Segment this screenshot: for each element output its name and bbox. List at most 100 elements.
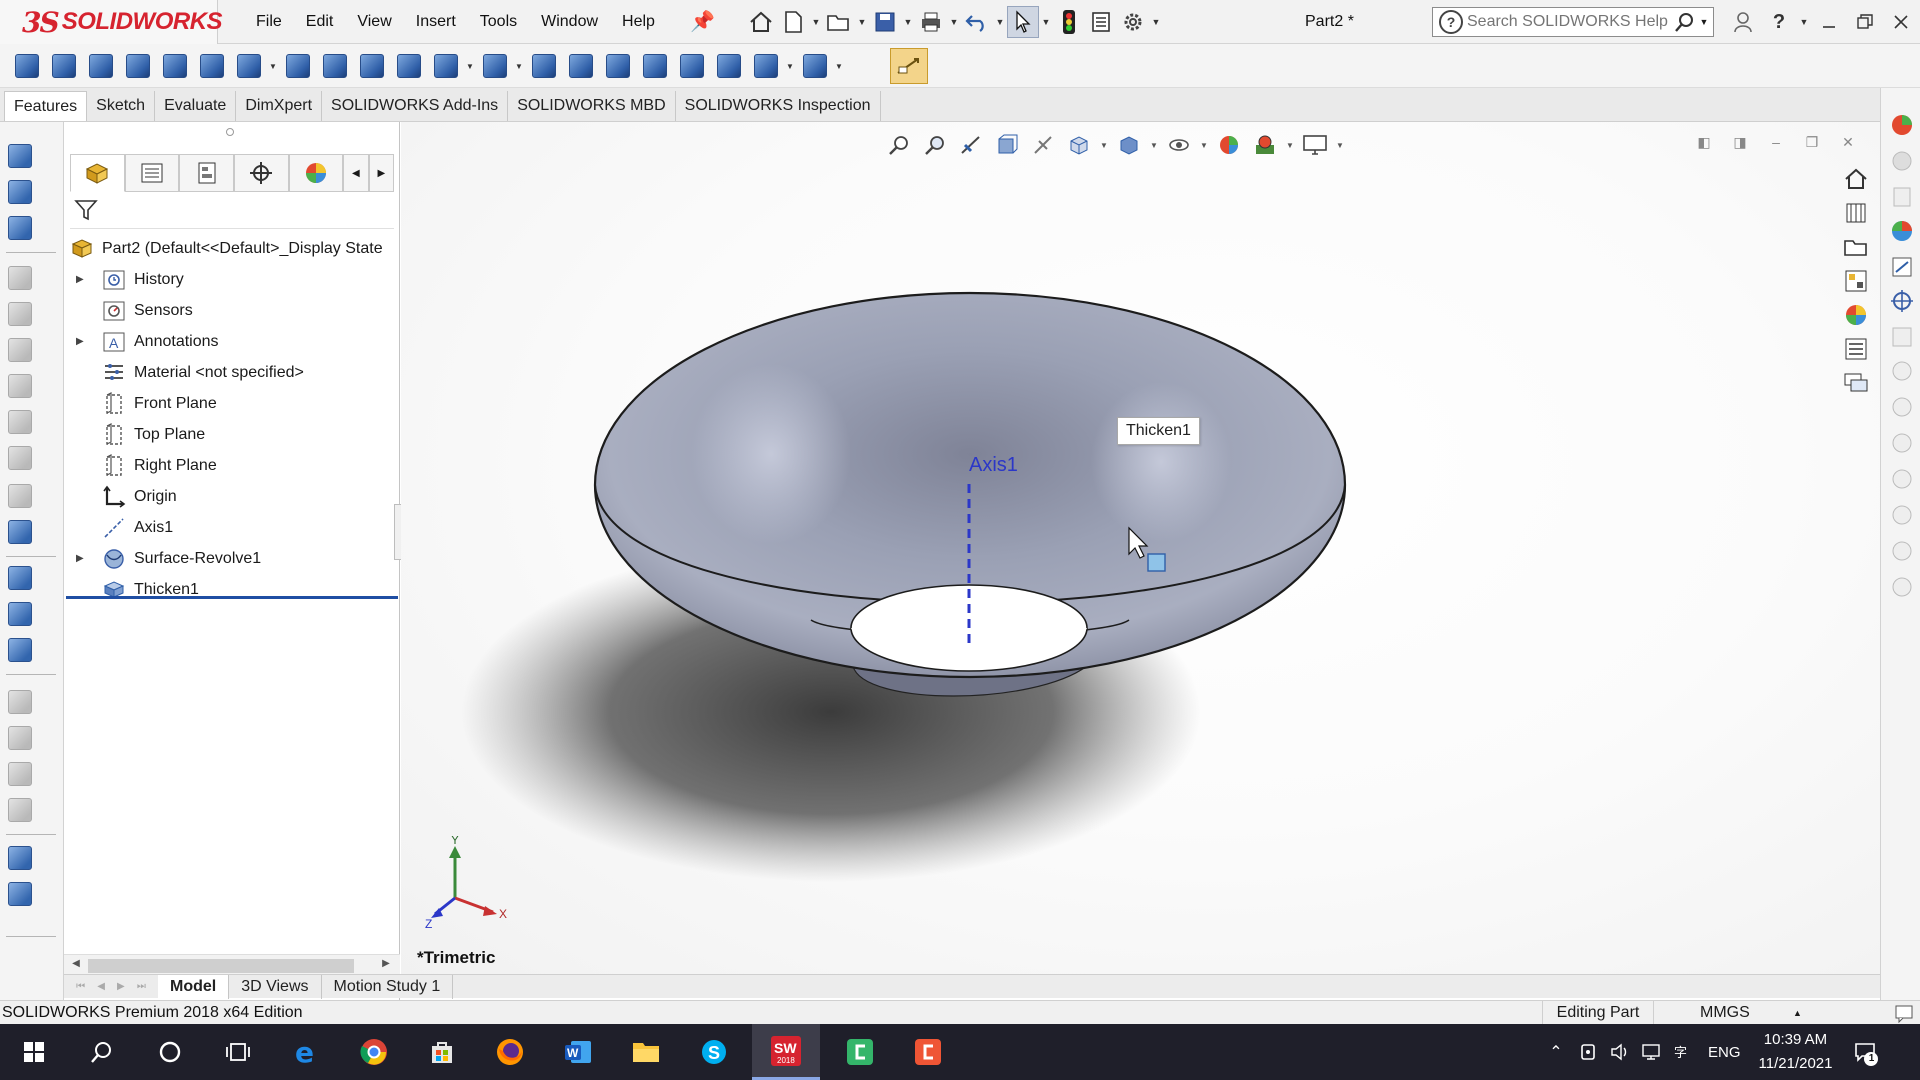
- tabs-scroll-right-icon[interactable]: ▶: [368, 154, 394, 192]
- search-dropdown-chevron-icon[interactable]: ▼: [1697, 17, 1711, 27]
- shell-icon[interactable]: [673, 48, 710, 84]
- open-dropdown-chevron-icon[interactable]: ▼: [855, 6, 869, 38]
- tree-item-sensors[interactable]: Sensors: [64, 295, 400, 326]
- first-tab-icon[interactable]: ⏮: [76, 981, 85, 992]
- mold-tool-icon[interactable]: [8, 602, 38, 632]
- task-view-icon[interactable]: [204, 1024, 272, 1080]
- unit-system-chevron-icon[interactable]: ▲: [1793, 1001, 1802, 1025]
- undo-dropdown-chevron-icon[interactable]: ▼: [993, 6, 1007, 38]
- view-palette-pane-icon[interactable]: [1889, 218, 1915, 244]
- scroll-right-icon[interactable]: ▶: [378, 958, 394, 974]
- rebuild-traffic-light-icon[interactable]: [1053, 6, 1085, 38]
- prev-tab-icon[interactable]: ◀: [97, 981, 105, 992]
- input-method-icon[interactable]: 字: [1668, 1024, 1700, 1080]
- scroll-left-icon[interactable]: ◀: [68, 958, 84, 974]
- solidworks-taskbar-icon[interactable]: SW 2018: [752, 1024, 820, 1080]
- unit-system-label[interactable]: MMGS: [1700, 1001, 1750, 1025]
- tab-dimxpert[interactable]: DimXpert: [236, 91, 323, 121]
- new-document-icon[interactable]: [777, 6, 809, 38]
- tab-evaluate[interactable]: Evaluate: [155, 91, 237, 121]
- forum-icon[interactable]: [1843, 370, 1869, 396]
- tree-item-axis1[interactable]: Axis1: [64, 512, 400, 543]
- solidworks-logo[interactable]: 3S SOLIDWORKS: [0, 0, 223, 44]
- file-explorer-icon[interactable]: [1843, 234, 1869, 260]
- tab-features[interactable]: Features: [4, 91, 88, 121]
- camtasia-recorder-icon[interactable]: [894, 1024, 962, 1080]
- expand-arrow-icon[interactable]: ▶: [76, 553, 86, 564]
- home-icon[interactable]: [745, 6, 777, 38]
- horizontal-scrollbar[interactable]: ◀ ▶: [64, 954, 400, 976]
- file-explorer-icon[interactable]: [612, 1024, 680, 1080]
- chrome-browser-icon[interactable]: [340, 1024, 408, 1080]
- instant3d-button[interactable]: [890, 48, 928, 84]
- boundary-cut-icon[interactable]: [390, 48, 427, 84]
- menu-file[interactable]: File: [244, 13, 294, 31]
- display-manager-tab-icon[interactable]: [288, 154, 344, 192]
- tree-item-right-plane[interactable]: Right Plane: [64, 450, 400, 481]
- menu-help[interactable]: Help: [610, 13, 667, 31]
- network-icon[interactable]: [1636, 1024, 1668, 1080]
- save-dropdown-chevron-icon[interactable]: ▼: [901, 6, 915, 38]
- part-model[interactable]: [401, 122, 1880, 976]
- tree-item-material[interactable]: Material <not specified>: [64, 357, 400, 388]
- wrap-icon[interactable]: [562, 48, 599, 84]
- hole-wizard-icon[interactable]: [230, 48, 267, 84]
- tree-item-origin[interactable]: Origin: [64, 481, 400, 512]
- pattern-dropdown-chevron-icon[interactable]: ▼: [513, 62, 525, 71]
- help-search-input[interactable]: [1463, 9, 1673, 35]
- word-icon[interactable]: W: [544, 1024, 612, 1080]
- tabs-scroll-left-icon[interactable]: ◀: [343, 154, 369, 192]
- volume-icon[interactable]: [1604, 1024, 1636, 1080]
- tab-addins[interactable]: SOLIDWORKS Add-Ins: [322, 91, 509, 121]
- panel-grip-icon[interactable]: [226, 128, 234, 136]
- tab-inspection[interactable]: SOLIDWORKS Inspection: [676, 91, 881, 121]
- revolved-cut-icon[interactable]: [279, 48, 316, 84]
- scrollbar-thumb[interactable]: [88, 959, 354, 973]
- target-pane-icon[interactable]: [1889, 288, 1915, 314]
- filter-icon[interactable]: [74, 198, 100, 224]
- menu-insert[interactable]: Insert: [404, 13, 468, 31]
- notification-center-icon[interactable]: 1: [1842, 1024, 1888, 1080]
- tree-item-history[interactable]: ▶ History: [64, 264, 400, 295]
- reference-triad[interactable]: Y X Z: [421, 836, 521, 936]
- select-dropdown-chevron-icon[interactable]: ▼: [1039, 6, 1053, 38]
- tree-item-surface-revolve1[interactable]: ▶ Surface-Revolve1: [64, 543, 400, 574]
- tab-mbd[interactable]: SOLIDWORKS MBD: [508, 91, 676, 121]
- tab-sketch[interactable]: Sketch: [87, 91, 156, 121]
- help-search-box[interactable]: ? ▼: [1432, 7, 1714, 37]
- tree-item-top-plane[interactable]: Top Plane: [64, 419, 400, 450]
- custom-properties-icon[interactable]: [1843, 336, 1869, 362]
- curves-dropdown-chevron-icon[interactable]: ▼: [833, 62, 845, 71]
- camtasia-icon[interactable]: [826, 1024, 894, 1080]
- language-indicator[interactable]: ENG: [1700, 1044, 1749, 1061]
- options-dropdown-chevron-icon[interactable]: ▼: [1149, 6, 1163, 38]
- configuration-manager-tab-icon[interactable]: [179, 154, 234, 192]
- print-dropdown-chevron-icon[interactable]: ▼: [947, 6, 961, 38]
- thicken-tool-icon[interactable]: [8, 520, 38, 550]
- tab-3d-views[interactable]: 3D Views: [229, 974, 322, 999]
- options-gear-icon[interactable]: [1117, 6, 1149, 38]
- menu-tools[interactable]: Tools: [468, 13, 529, 31]
- menu-edit[interactable]: Edit: [294, 13, 346, 31]
- save-icon[interactable]: [869, 6, 901, 38]
- surfaces-icon[interactable]: [8, 216, 38, 246]
- property-manager-tab-icon[interactable]: [124, 154, 180, 192]
- extruded-cut-icon[interactable]: [193, 48, 230, 84]
- menu-window[interactable]: Window: [529, 13, 610, 31]
- swept-boss-icon[interactable]: [82, 48, 119, 84]
- appearances-icon[interactable]: [1843, 302, 1869, 328]
- home-view-icon[interactable]: [1843, 166, 1869, 192]
- fillet-icon[interactable]: [427, 48, 464, 84]
- search-icon[interactable]: [1673, 10, 1697, 34]
- new-dropdown-chevron-icon[interactable]: ▼: [809, 6, 823, 38]
- lofted-cut-icon[interactable]: [353, 48, 390, 84]
- close-icon[interactable]: [1883, 6, 1919, 38]
- lofted-boss-icon[interactable]: [119, 48, 156, 84]
- mirror-icon[interactable]: [710, 48, 747, 84]
- view-palette-icon[interactable]: [1843, 268, 1869, 294]
- fillet-dropdown-chevron-icon[interactable]: ▼: [464, 62, 476, 71]
- appearances-pane-icon[interactable]: [1889, 254, 1915, 280]
- tree-root-part[interactable]: Part2 (Default<<Default>_Display State: [64, 233, 400, 264]
- boundary-boss-icon[interactable]: [156, 48, 193, 84]
- firefox-browser-icon[interactable]: [476, 1024, 544, 1080]
